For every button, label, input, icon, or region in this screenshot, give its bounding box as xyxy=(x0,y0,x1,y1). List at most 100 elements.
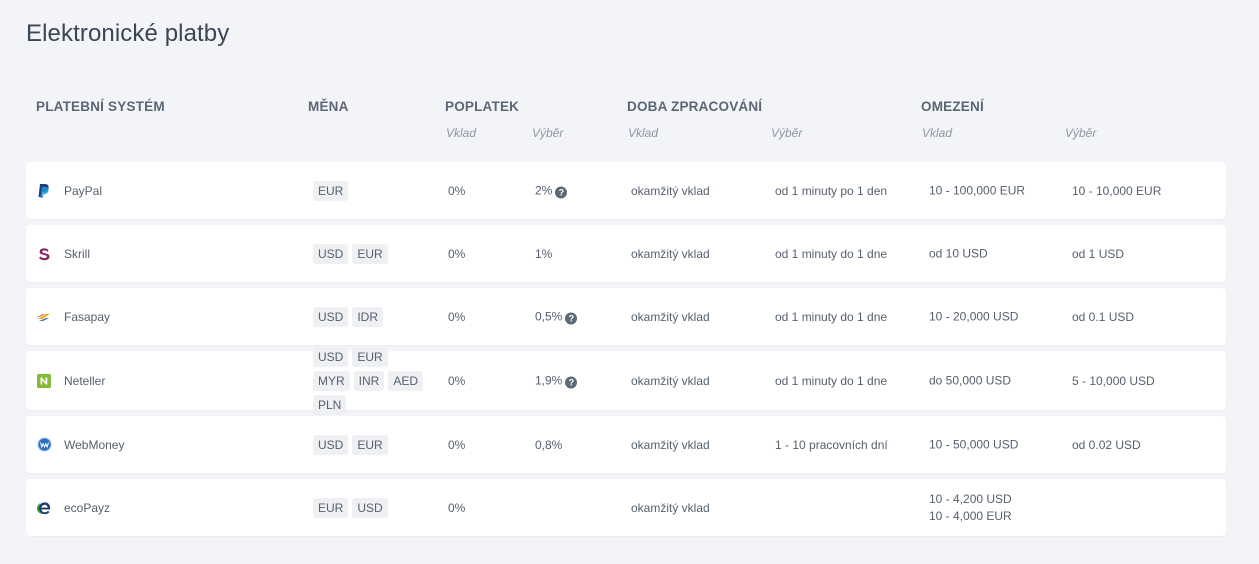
skrill-icon xyxy=(36,246,52,262)
page: Elektronické platby PLATEBNÍ SYSTÉM MĚNA… xyxy=(0,0,1259,564)
currency-chip: USD xyxy=(313,306,349,327)
payment-system: WebMoney xyxy=(36,437,124,453)
limit-deposit: 10 - 50,000 USD xyxy=(929,436,1018,453)
currency-chip: EUR xyxy=(313,497,349,518)
currency-list: USD IDR xyxy=(313,306,425,327)
header-processing: DOBA ZPRACOVÁNÍ xyxy=(627,99,763,114)
header-system: PLATEBNÍ SYSTÉM xyxy=(36,99,165,114)
ecopayz-icon xyxy=(36,500,52,516)
subheader-processing-deposit: Vklad xyxy=(628,126,659,140)
header-limits: OMEZENÍ xyxy=(921,99,984,114)
neteller-icon xyxy=(36,373,52,389)
table-row[interactable]: WebMoney USD EUR 0% 0,8% okamžitý vklad 1 - 10… xyxy=(26,416,1226,473)
table-row[interactable]: ecoPayz EUR USD 0% okamžitý vklad 10 - 4,200 … xyxy=(26,479,1226,536)
limit-deposit-line: 10 - 100,000 EUR xyxy=(929,183,1026,197)
processing-deposit: okamžitý vklad xyxy=(631,373,710,388)
help-icon[interactable]: ? xyxy=(565,312,578,324)
currency-chip: EUR xyxy=(352,243,388,264)
processing-withdrawal: od 1 minuty po 1 den xyxy=(775,183,888,198)
processing-deposit: okamžitý vklad xyxy=(631,246,710,261)
currency-chip: USD xyxy=(313,434,349,455)
limit-deposit-line: 10 - 20,000 USD xyxy=(929,309,1019,323)
payment-system: PayPal xyxy=(36,183,102,199)
processing-withdrawal: od 1 minuty do 1 dne xyxy=(775,309,888,324)
payment-system: ecoPayz xyxy=(36,500,110,516)
table-row[interactable]: Fasapay USD IDR 0% 0,5%? okamžitý vklad od 1 m… xyxy=(26,288,1226,345)
currency-list: USD EUR xyxy=(313,434,425,455)
currency-list: EUR xyxy=(313,180,425,201)
subheader-processing-withdrawal: Výběr xyxy=(771,126,803,140)
fee-withdrawal-value: 0,8% xyxy=(535,437,563,452)
fee-withdrawal-value: 0,5% xyxy=(535,309,563,323)
processing-withdrawal: od 1 minuty do 1 dne xyxy=(775,246,888,261)
table-row[interactable]: Neteller USD EUR MYR INR AED PLN 0% 1,9%? okamžit… xyxy=(26,346,1226,415)
currency-chip: USD xyxy=(313,346,349,367)
table-row[interactable]: PayPal EUR 0% 2%? okamžitý vklad od 1 minuty … xyxy=(26,162,1226,219)
webmoney-icon xyxy=(36,437,52,453)
payment-system: Skrill xyxy=(36,246,90,262)
help-icon[interactable]: ? xyxy=(555,186,568,198)
fee-withdrawal: 1% xyxy=(535,247,552,261)
header-fee: POPLATEK xyxy=(445,99,520,114)
currency-chip: EUR xyxy=(313,180,349,201)
subheader-fee-deposit: Vklad xyxy=(446,126,477,140)
processing-deposit: okamžitý vklad xyxy=(631,437,710,452)
limit-deposit: 10 - 20,000 USD xyxy=(929,308,1018,325)
processing-deposit: okamžitý vklad xyxy=(631,500,710,515)
limit-deposit: do 50,000 USD xyxy=(929,372,1011,389)
currency-chip: USD xyxy=(313,243,349,264)
currency-list: USD EUR xyxy=(313,243,425,264)
limit-withdrawal: od 1 USD xyxy=(1072,246,1125,261)
subheader-limits-withdrawal: Výběr xyxy=(1065,126,1097,140)
currency-list: USD EUR MYR INR AED PLN xyxy=(313,346,425,415)
currency-list: EUR USD xyxy=(313,497,425,518)
fasapay-icon xyxy=(36,309,52,325)
payment-system-name: PayPal xyxy=(64,183,103,198)
limit-deposit-line: do 50,000 USD xyxy=(929,373,1012,387)
fee-deposit: 0% xyxy=(448,500,466,515)
currency-chip: EUR xyxy=(352,434,388,455)
fee-deposit: 0% xyxy=(448,183,466,198)
payment-system-name: Fasapay xyxy=(64,309,111,324)
fee-withdrawal: 1,9%? xyxy=(535,373,578,388)
limit-deposit-line: 10 - 4,000 EUR xyxy=(929,508,1012,523)
fee-withdrawal: 0,8% xyxy=(535,438,562,452)
fee-deposit: 0% xyxy=(448,437,466,452)
fee-deposit: 0% xyxy=(448,246,466,261)
fee-withdrawal: 2%? xyxy=(535,183,568,198)
page-title: Elektronické platby xyxy=(26,20,230,47)
payment-system: Neteller xyxy=(36,373,105,389)
limit-deposit-line: 10 - 4,200 USD xyxy=(929,491,1012,506)
processing-deposit: okamžitý vklad xyxy=(631,183,710,198)
processing-withdrawal: 1 - 10 pracovních dní xyxy=(775,437,888,452)
processing-withdrawal: od 1 minuty do 1 dne xyxy=(775,373,888,388)
currency-chip: AED xyxy=(388,370,424,391)
limit-withdrawal: od 0.1 USD xyxy=(1072,309,1135,324)
payment-system-name: Neteller xyxy=(64,373,106,388)
fee-withdrawal-value: 1,9% xyxy=(535,373,563,387)
fee-deposit: 0% xyxy=(448,373,466,388)
currency-chip: PLN xyxy=(313,394,347,415)
limit-withdrawal: 5 - 10,000 USD xyxy=(1072,373,1155,388)
currency-chip: EUR xyxy=(352,346,388,367)
limit-deposit: 10 - 4,200 USD 10 - 4,000 EUR xyxy=(929,491,1012,525)
limit-withdrawal: od 0.02 USD xyxy=(1072,437,1141,452)
limit-deposit-line: 10 - 50,000 USD xyxy=(929,437,1019,451)
table-row[interactable]: Skrill USD EUR 0% 1% okamžitý vklad od 1 minut… xyxy=(26,225,1226,282)
subheader-limits-deposit: Vklad xyxy=(922,126,953,140)
currency-chip: USD xyxy=(352,497,388,518)
processing-deposit: okamžitý vklad xyxy=(631,309,710,324)
payment-system-name: WebMoney xyxy=(64,437,125,452)
currency-chip: IDR xyxy=(352,306,384,327)
header-currency: MĚNA xyxy=(308,99,349,114)
fee-withdrawal-value: 2% xyxy=(535,183,553,197)
fee-deposit: 0% xyxy=(448,309,466,324)
help-icon[interactable]: ? xyxy=(565,376,578,388)
limit-withdrawal: 10 - 10,000 EUR xyxy=(1072,183,1162,198)
subheader-fee-withdrawal: Výběr xyxy=(532,126,564,140)
fee-withdrawal: 0,5%? xyxy=(535,309,578,324)
currency-chip: MYR xyxy=(313,370,350,391)
payment-system-name: Skrill xyxy=(64,246,90,261)
limit-deposit: 10 - 100,000 EUR xyxy=(929,182,1025,199)
fee-withdrawal-value: 1% xyxy=(535,246,553,261)
